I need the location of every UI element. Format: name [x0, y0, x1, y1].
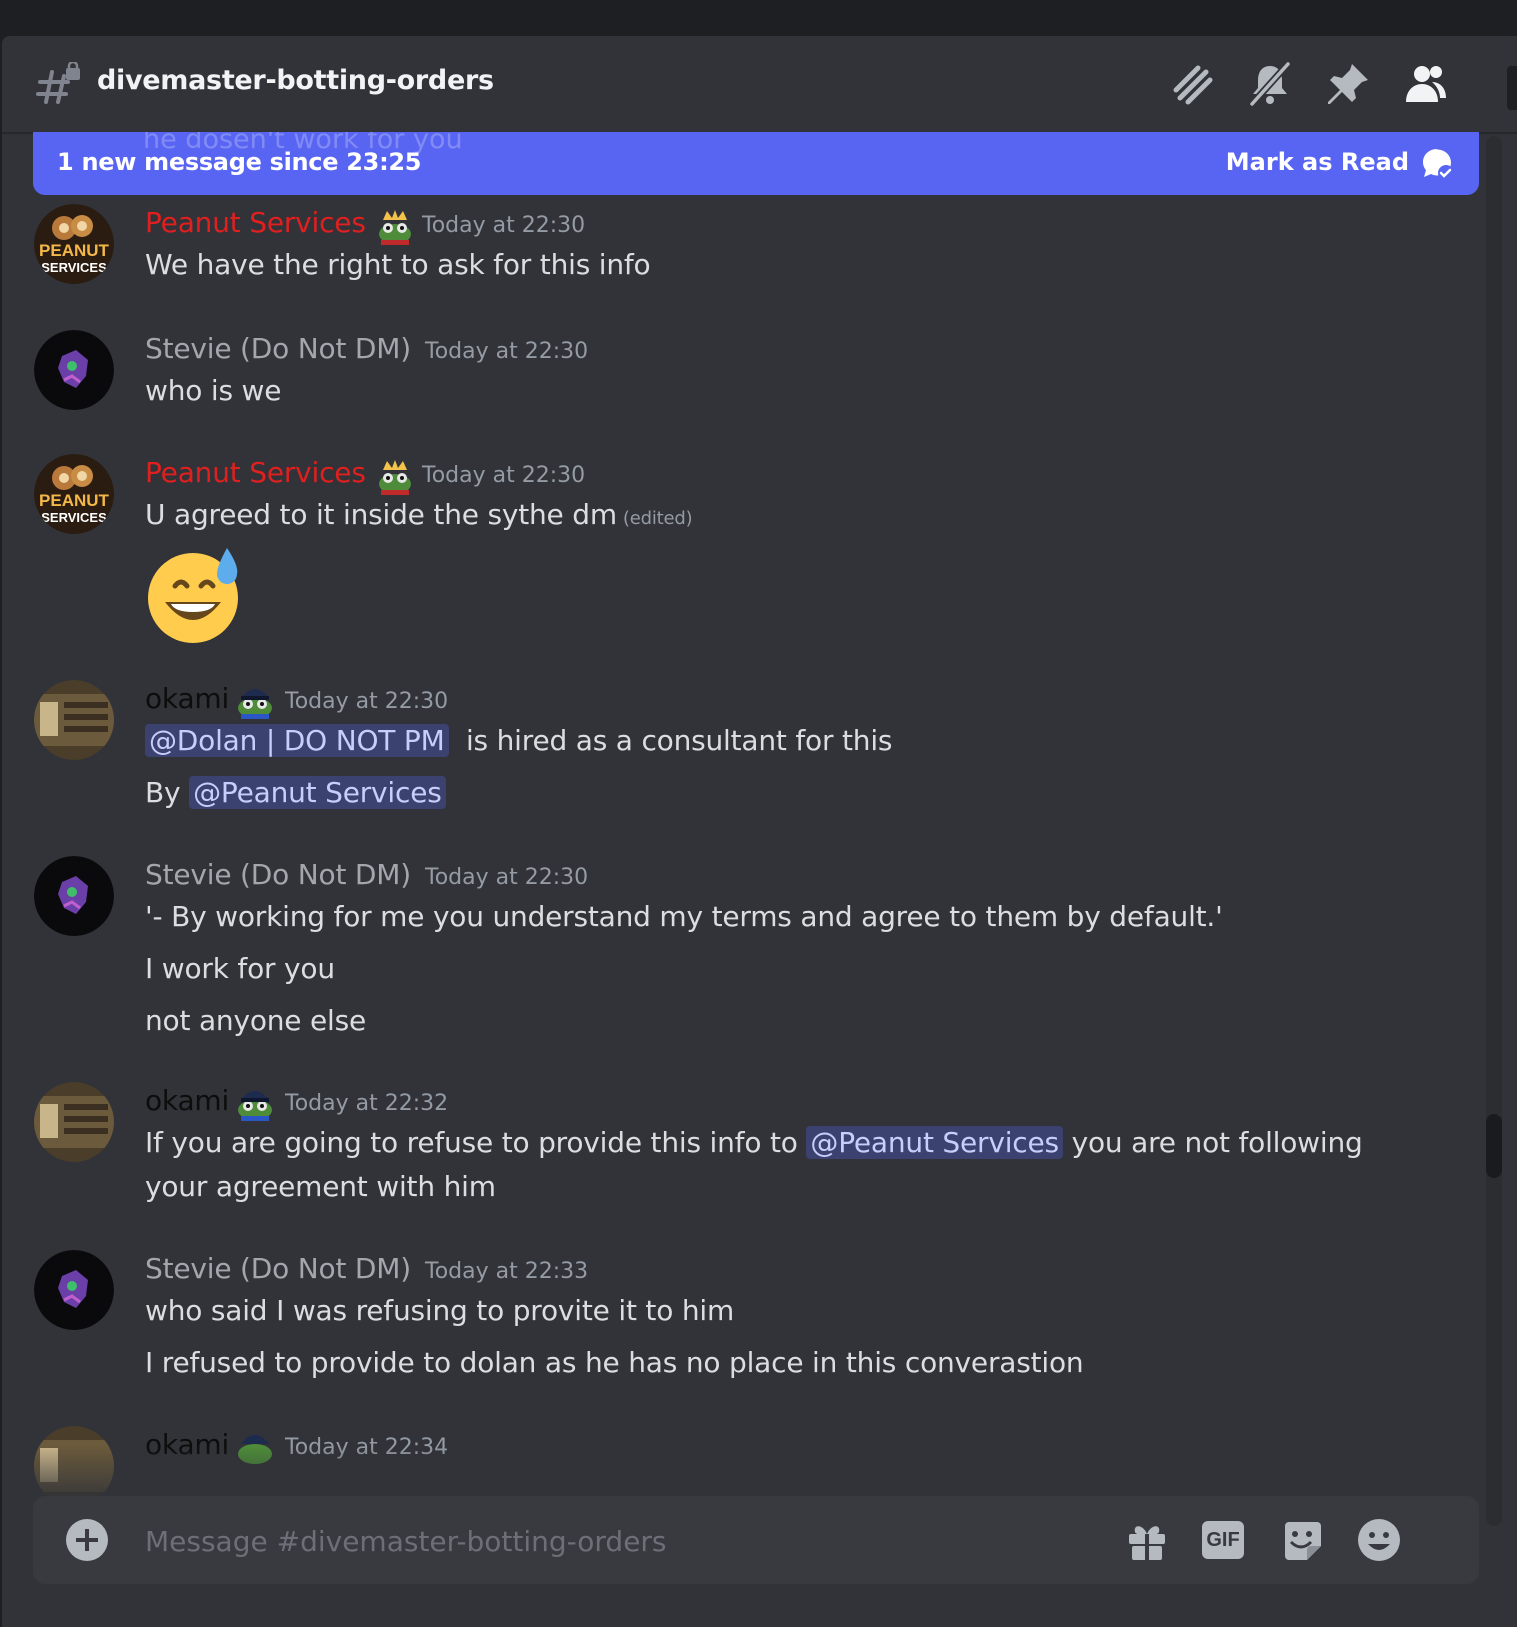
mark-read-icon[interactable] [1419, 146, 1455, 182]
message-text: your agreement with him [145, 1170, 496, 1203]
timestamp[interactable]: Today at 22:30 [425, 865, 588, 890]
username[interactable]: Stevie (Do Not DM) [145, 332, 411, 365]
channel-header: divemaster-botting-orders [2, 36, 1517, 134]
message-text: not anyone else [145, 1004, 367, 1037]
police-frog-badge-icon[interactable] [235, 1084, 275, 1122]
header-edge [1507, 66, 1517, 110]
members-icon[interactable] [1402, 60, 1450, 108]
emoji-picker-icon[interactable] [1355, 1516, 1403, 1564]
message-text-suffix: you are not following [1071, 1126, 1363, 1159]
user-mention[interactable]: @Peanut Services [189, 776, 446, 809]
username[interactable]: okami [145, 1084, 229, 1117]
threads-icon[interactable] [1168, 60, 1216, 108]
message-text: @Dolan | DO NOT PM is hired as a consult… [145, 724, 892, 757]
avatar[interactable]: PEANUT SERVICES [34, 454, 114, 534]
avatar[interactable] [34, 330, 114, 410]
scrollbar-thumb[interactable] [1486, 1114, 1502, 1178]
pin-icon[interactable] [1324, 60, 1372, 108]
mark-as-read-button[interactable]: Mark as Read [1226, 148, 1409, 176]
timestamp[interactable]: Today at 22:30 [422, 463, 585, 488]
message-input[interactable] [143, 1522, 1047, 1560]
channel-name: divemaster-botting-orders [97, 65, 494, 96]
avatar[interactable] [34, 680, 114, 760]
message-text: I refused to provide to dolan as he has … [145, 1346, 1084, 1379]
police-frog-badge-icon[interactable] [235, 682, 275, 720]
user-mention[interactable]: @Peanut Services [806, 1126, 1063, 1159]
gift-icon[interactable] [1123, 1516, 1171, 1564]
username[interactable]: okami [145, 682, 229, 715]
username[interactable]: Peanut Services [145, 206, 366, 239]
timestamp[interactable]: Today at 22:30 [285, 689, 448, 714]
message-text-prefix: By [145, 776, 181, 809]
message-text: who is we [145, 374, 282, 407]
timestamp[interactable]: Today at 22:33 [425, 1259, 588, 1284]
new-messages-bar[interactable]: he dosen't work for you 1 new message si… [33, 132, 1479, 195]
message-text-prefix: If you are going to refuse to provide th… [145, 1126, 798, 1159]
new-messages-text[interactable]: 1 new message since 23:25 [57, 148, 421, 176]
avatar[interactable] [34, 1250, 114, 1330]
message-text: I work for you [145, 952, 335, 985]
crowned-frog-badge-icon[interactable] [375, 458, 415, 496]
sticker-icon[interactable] [1277, 1516, 1325, 1564]
locked-channel-hash-icon [36, 62, 80, 104]
avatar-text-services: SERVICES [41, 260, 107, 275]
bell-muted-icon[interactable] [1246, 60, 1294, 108]
avatar[interactable] [34, 1082, 114, 1162]
avatar-text-peanut: PEANUT [39, 491, 110, 510]
edited-tag: (edited) [622, 508, 693, 529]
gif-label: GIF [1202, 1521, 1244, 1559]
avatar-text-services: SERVICES [41, 510, 107, 525]
timestamp[interactable]: Today at 22:32 [285, 1091, 448, 1116]
message-text: U agreed to it inside the sythe dm (edite… [145, 498, 693, 531]
add-attachment-icon[interactable] [65, 1518, 109, 1562]
username[interactable]: Stevie (Do Not DM) [145, 858, 411, 891]
username[interactable]: Stevie (Do Not DM) [145, 1252, 411, 1285]
gif-button[interactable]: GIF [1199, 1516, 1247, 1564]
message-text: We have the right to ask for this info [145, 248, 651, 281]
timestamp[interactable]: Today at 22:30 [425, 339, 588, 364]
avatar-text-peanut: PEANUT [39, 241, 110, 260]
message-text: If you are going to refuse to provide th… [145, 1126, 1363, 1159]
user-mention[interactable]: @Dolan | DO NOT PM [145, 724, 449, 757]
chat-window: divemaster-botting-orders he dosen't wor… [2, 36, 1517, 1627]
message-text: '- By working for me you understand my t… [145, 900, 1223, 933]
grinning-sweat-emoji[interactable] [145, 546, 245, 646]
message-text: By @Peanut Services [145, 776, 446, 809]
message-text-body: U agreed to it inside the sythe dm [145, 498, 617, 531]
avatar[interactable]: PEANUT SERVICES [34, 204, 114, 284]
timestamp[interactable]: Today at 22:30 [422, 213, 585, 238]
scrollbar-track[interactable] [1486, 136, 1502, 1526]
message-text-body: is hired as a consultant for this [465, 724, 893, 757]
crowned-frog-badge-icon[interactable] [375, 208, 415, 246]
message-text: who said I was refusing to provite it to… [145, 1294, 735, 1327]
message-composer: GIF [33, 1496, 1479, 1584]
avatar[interactable] [34, 856, 114, 936]
username[interactable]: Peanut Services [145, 456, 366, 489]
